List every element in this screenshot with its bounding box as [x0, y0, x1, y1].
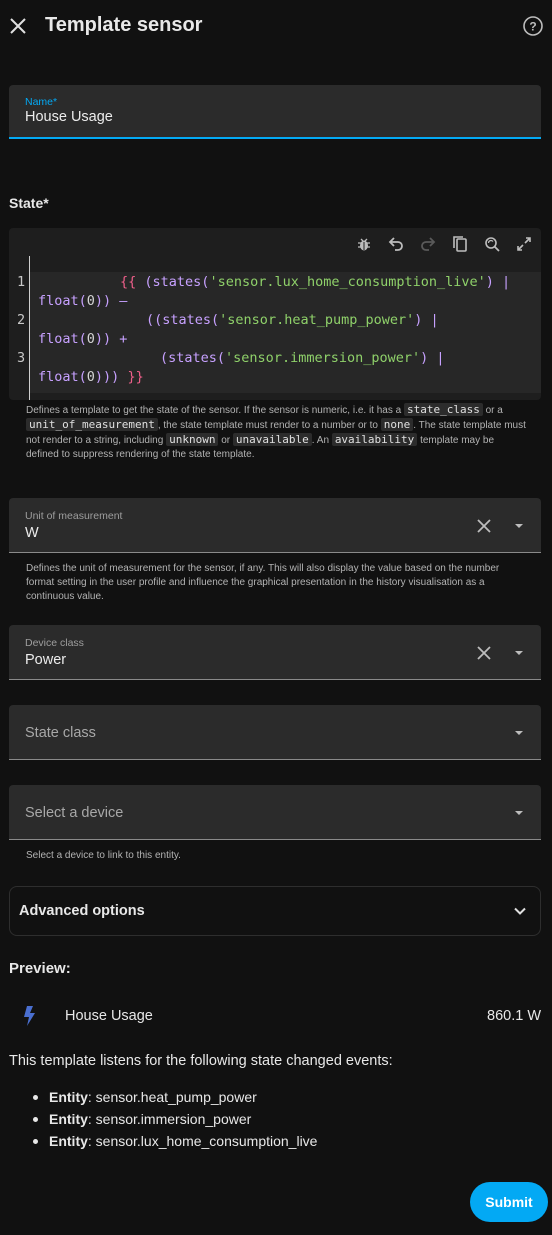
line-number: 3	[17, 350, 26, 366]
code-chip: availability	[331, 433, 418, 446]
find-replace-icon[interactable]	[480, 233, 503, 256]
caret-down-icon[interactable]	[512, 519, 526, 533]
device-helper-text: Select a device to link to this entity.	[26, 850, 181, 861]
clear-icon[interactable]	[475, 644, 493, 662]
state-class-placeholder: State class	[25, 725, 96, 741]
uom-value: W	[25, 525, 39, 541]
code-line-3b: float(0))) }}	[38, 369, 144, 385]
preview-entity-value: 860.1 W	[487, 1008, 541, 1024]
lightning-bolt-icon	[20, 1005, 40, 1027]
line-number: 1	[17, 274, 26, 290]
state-helper-text: Defines a template to get the state of t…	[26, 403, 526, 460]
device-placeholder: Select a device	[25, 805, 124, 821]
listens-description: This template listens for the following …	[9, 1053, 393, 1069]
line-number: 2	[17, 312, 26, 328]
advanced-options-expander[interactable]: Advanced options	[9, 886, 541, 936]
preview-label: Preview:	[9, 960, 71, 977]
list-item: Entity: sensor.lux_home_consumption_live	[33, 1133, 317, 1155]
undo-icon[interactable]	[384, 233, 407, 256]
caret-down-icon[interactable]	[512, 806, 526, 820]
copy-icon[interactable]	[448, 233, 471, 256]
preview-entity-name: House Usage	[65, 1008, 153, 1024]
device-class-select[interactable]: Device class Power	[9, 625, 541, 680]
device-class-label: Device class	[25, 637, 84, 649]
code-chip: unknown	[166, 433, 219, 446]
help-icon[interactable]: ?	[522, 15, 544, 37]
state-class-select[interactable]: State class	[9, 705, 541, 760]
preview-entity-row[interactable]: House Usage 860.1 W	[0, 1000, 552, 1032]
state-label: State*	[9, 195, 49, 211]
name-field-label: Name*	[25, 96, 58, 108]
unit-of-measurement-select[interactable]: Unit of measurement W	[9, 498, 541, 553]
fullscreen-icon[interactable]	[512, 233, 535, 256]
close-icon[interactable]	[6, 14, 30, 38]
device-class-value: Power	[25, 652, 67, 668]
template-code-editor[interactable]: 1 2 3 {{ (states('sensor.lux_home_consum…	[9, 228, 541, 400]
code-line-3a: (states('sensor.immersion_power') |	[160, 350, 445, 366]
caret-down-icon[interactable]	[512, 646, 526, 660]
device-select[interactable]: Select a device	[9, 785, 541, 840]
uom-helper-text: Defines the unit of measurement for the …	[26, 563, 500, 602]
dialog-header: Template sensor ?	[0, 0, 552, 52]
code-line-1a: {{ (states('sensor.lux_home_consumption_…	[120, 274, 511, 290]
submit-button[interactable]: Submit	[470, 1182, 548, 1222]
svg-text:?: ?	[529, 20, 536, 34]
debug-bug-icon[interactable]	[352, 233, 375, 256]
code-chip: state_class	[403, 403, 483, 416]
list-item: Entity: sensor.immersion_power	[33, 1111, 317, 1133]
dialog-title: Template sensor	[45, 14, 203, 36]
chevron-down-icon	[513, 904, 527, 918]
editor-toolbar	[352, 232, 535, 256]
code-line-1b: float(0)) –	[38, 293, 128, 309]
code-chip: none	[380, 418, 414, 431]
code-line-2a: ((states('sensor.heat_pump_power') |	[146, 312, 439, 328]
code-line-2b: float(0)) +	[38, 331, 128, 347]
redo-icon[interactable]	[416, 233, 439, 256]
caret-down-icon[interactable]	[512, 726, 526, 740]
code-chip: unit_of_measurement	[26, 418, 158, 431]
uom-label: Unit of measurement	[25, 510, 123, 522]
advanced-options-label: Advanced options	[19, 903, 145, 919]
name-field[interactable]: Name* House Usage	[9, 85, 541, 139]
name-field-value[interactable]: House Usage	[25, 109, 113, 125]
listened-entities-list: Entity: sensor.heat_pump_power Entity: s…	[33, 1089, 317, 1155]
code-chip: unavailable	[232, 433, 312, 446]
clear-icon[interactable]	[475, 517, 493, 535]
list-item: Entity: sensor.heat_pump_power	[33, 1089, 317, 1111]
